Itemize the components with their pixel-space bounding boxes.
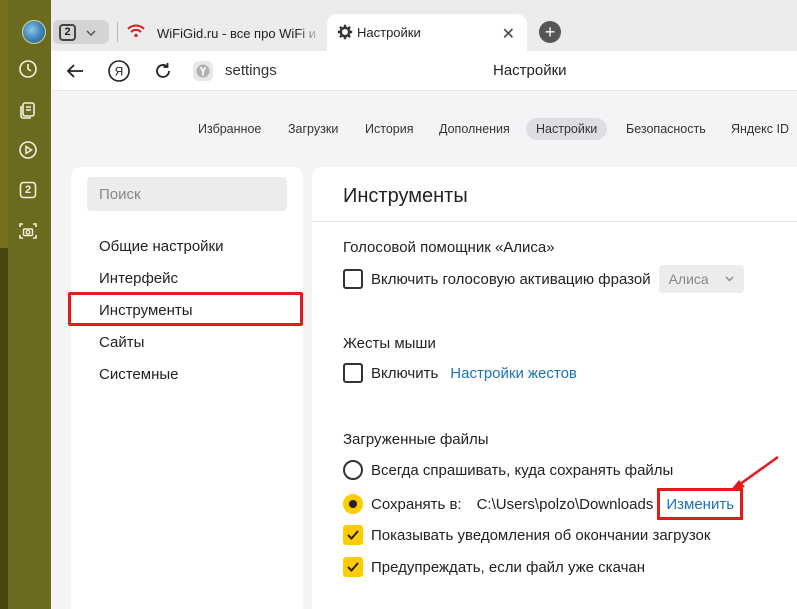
video-icon[interactable] [17, 139, 39, 161]
save-to-label: Сохранять в: [371, 495, 462, 513]
nav-extensions[interactable]: Дополнения [439, 122, 510, 136]
alice-section-title: Голосовой помощник «Алиса» [343, 239, 555, 256]
reload-button[interactable] [151, 59, 175, 83]
yandex-logo-button[interactable]: Я [107, 59, 131, 83]
plus-icon: + [544, 22, 556, 42]
warn-row: Предупреждать, если файл уже скачан [343, 557, 645, 577]
search-input[interactable] [87, 177, 287, 211]
gear-icon [337, 24, 353, 45]
wifi-favicon-icon [127, 24, 145, 43]
menu-item-tools[interactable]: Инструменты [99, 302, 193, 319]
menu-item-sites[interactable]: Сайты [99, 334, 144, 351]
tab-settings[interactable]: Настройки ✕ [327, 14, 527, 51]
download-path: C:\Users\polzo\Downloads [476, 495, 654, 513]
tab-title: WiFiGid.ru - все про WiFi и [157, 25, 317, 41]
ask-location-label: Всегда спрашивать, куда сохранять файлы [371, 461, 674, 479]
settings-main-panel: Инструменты Голосовой помощник «Алиса» В… [312, 167, 797, 609]
profile-avatar[interactable] [22, 20, 46, 44]
menu-item-interface[interactable]: Интерфейс [99, 270, 178, 287]
alice-activation-label: Включить голосовую активацию фразой [371, 270, 651, 288]
settings-top-nav: Избранное Загрузки История Дополнения На… [51, 91, 797, 151]
nav-favorites[interactable]: Избранное [198, 122, 261, 136]
gestures-checkbox[interactable] [343, 363, 363, 383]
tab-count: 2 [59, 23, 76, 41]
nav-settings[interactable]: Настройки [526, 118, 608, 140]
url-text[interactable]: settings [225, 62, 277, 79]
notify-row: Показывать уведомления об окончании загр… [343, 525, 710, 545]
divider [312, 221, 797, 222]
address-bar: Я settings Настройки [51, 51, 797, 91]
tab-divider [117, 22, 118, 42]
alice-activation-checkbox[interactable] [343, 269, 363, 289]
tabs-counter-label: 2 [24, 184, 32, 196]
collections-icon[interactable] [17, 99, 39, 121]
desktop-edge [0, 0, 8, 609]
notify-checkbox[interactable] [343, 525, 363, 545]
downloads-section-title: Загруженные файлы [343, 431, 489, 448]
gestures-row: Включить Настройки жестов [343, 363, 577, 383]
alice-phrase-select[interactable]: Алиса [658, 265, 744, 293]
menu-item-general[interactable]: Общие настройки [99, 238, 224, 255]
chevron-down-icon [86, 23, 96, 41]
nav-yandex-id[interactable]: Яндекс ID [731, 122, 789, 136]
alice-phrase-value: Алиса [668, 271, 709, 287]
nav-security[interactable]: Безопасность [626, 122, 706, 136]
gestures-settings-link[interactable]: Настройки жестов [450, 365, 577, 382]
notify-label: Показывать уведомления об окончании загр… [371, 526, 711, 544]
annotation-arrow [730, 455, 779, 491]
close-tab-icon[interactable]: ✕ [502, 24, 515, 44]
tabs-counter-icon[interactable]: 2 [17, 179, 39, 201]
save-to-radio[interactable] [343, 494, 363, 514]
alice-activation-row: Включить голосовую активацию фразой Алис… [343, 265, 744, 293]
ask-location-row: Всегда спрашивать, куда сохранять файлы [343, 460, 673, 480]
nav-history[interactable]: История [365, 122, 413, 136]
page-title: Настройки [493, 62, 567, 79]
new-tab-button[interactable]: + [539, 21, 561, 43]
gestures-label: Включить [371, 364, 439, 382]
save-to-row: Сохранять в: C:\Users\polzo\Downloads Из… [343, 488, 744, 520]
settings-side-menu: Общие настройки Интерфейс Инструменты Са… [68, 167, 303, 609]
tab-bar: 2 WiFiGid.ru - все про WiFi и Настройки … [51, 0, 797, 51]
gestures-section-title: Жесты мыши [343, 335, 436, 352]
history-icon[interactable] [17, 58, 39, 80]
screenshot-icon[interactable] [17, 220, 39, 242]
svg-text:Я: Я [115, 65, 124, 79]
yandex-browser-icon [191, 59, 215, 83]
menu-item-system[interactable]: Системные [99, 366, 178, 383]
section-heading: Инструменты [343, 185, 468, 207]
chevron-down-icon [725, 274, 734, 285]
warn-label: Предупреждать, если файл уже скачан [371, 558, 646, 576]
tab-title: Настройки [357, 25, 421, 40]
tab-counter-button[interactable]: 2 [53, 20, 109, 44]
browser-sidebar: 2 [8, 0, 51, 609]
tab-wifigid[interactable]: WiFiGid.ru - все про WiFi и [127, 18, 327, 48]
nav-downloads[interactable]: Загрузки [288, 122, 338, 136]
back-button[interactable] [63, 59, 87, 83]
warn-checkbox[interactable] [343, 557, 363, 577]
ask-location-radio[interactable] [343, 460, 363, 480]
